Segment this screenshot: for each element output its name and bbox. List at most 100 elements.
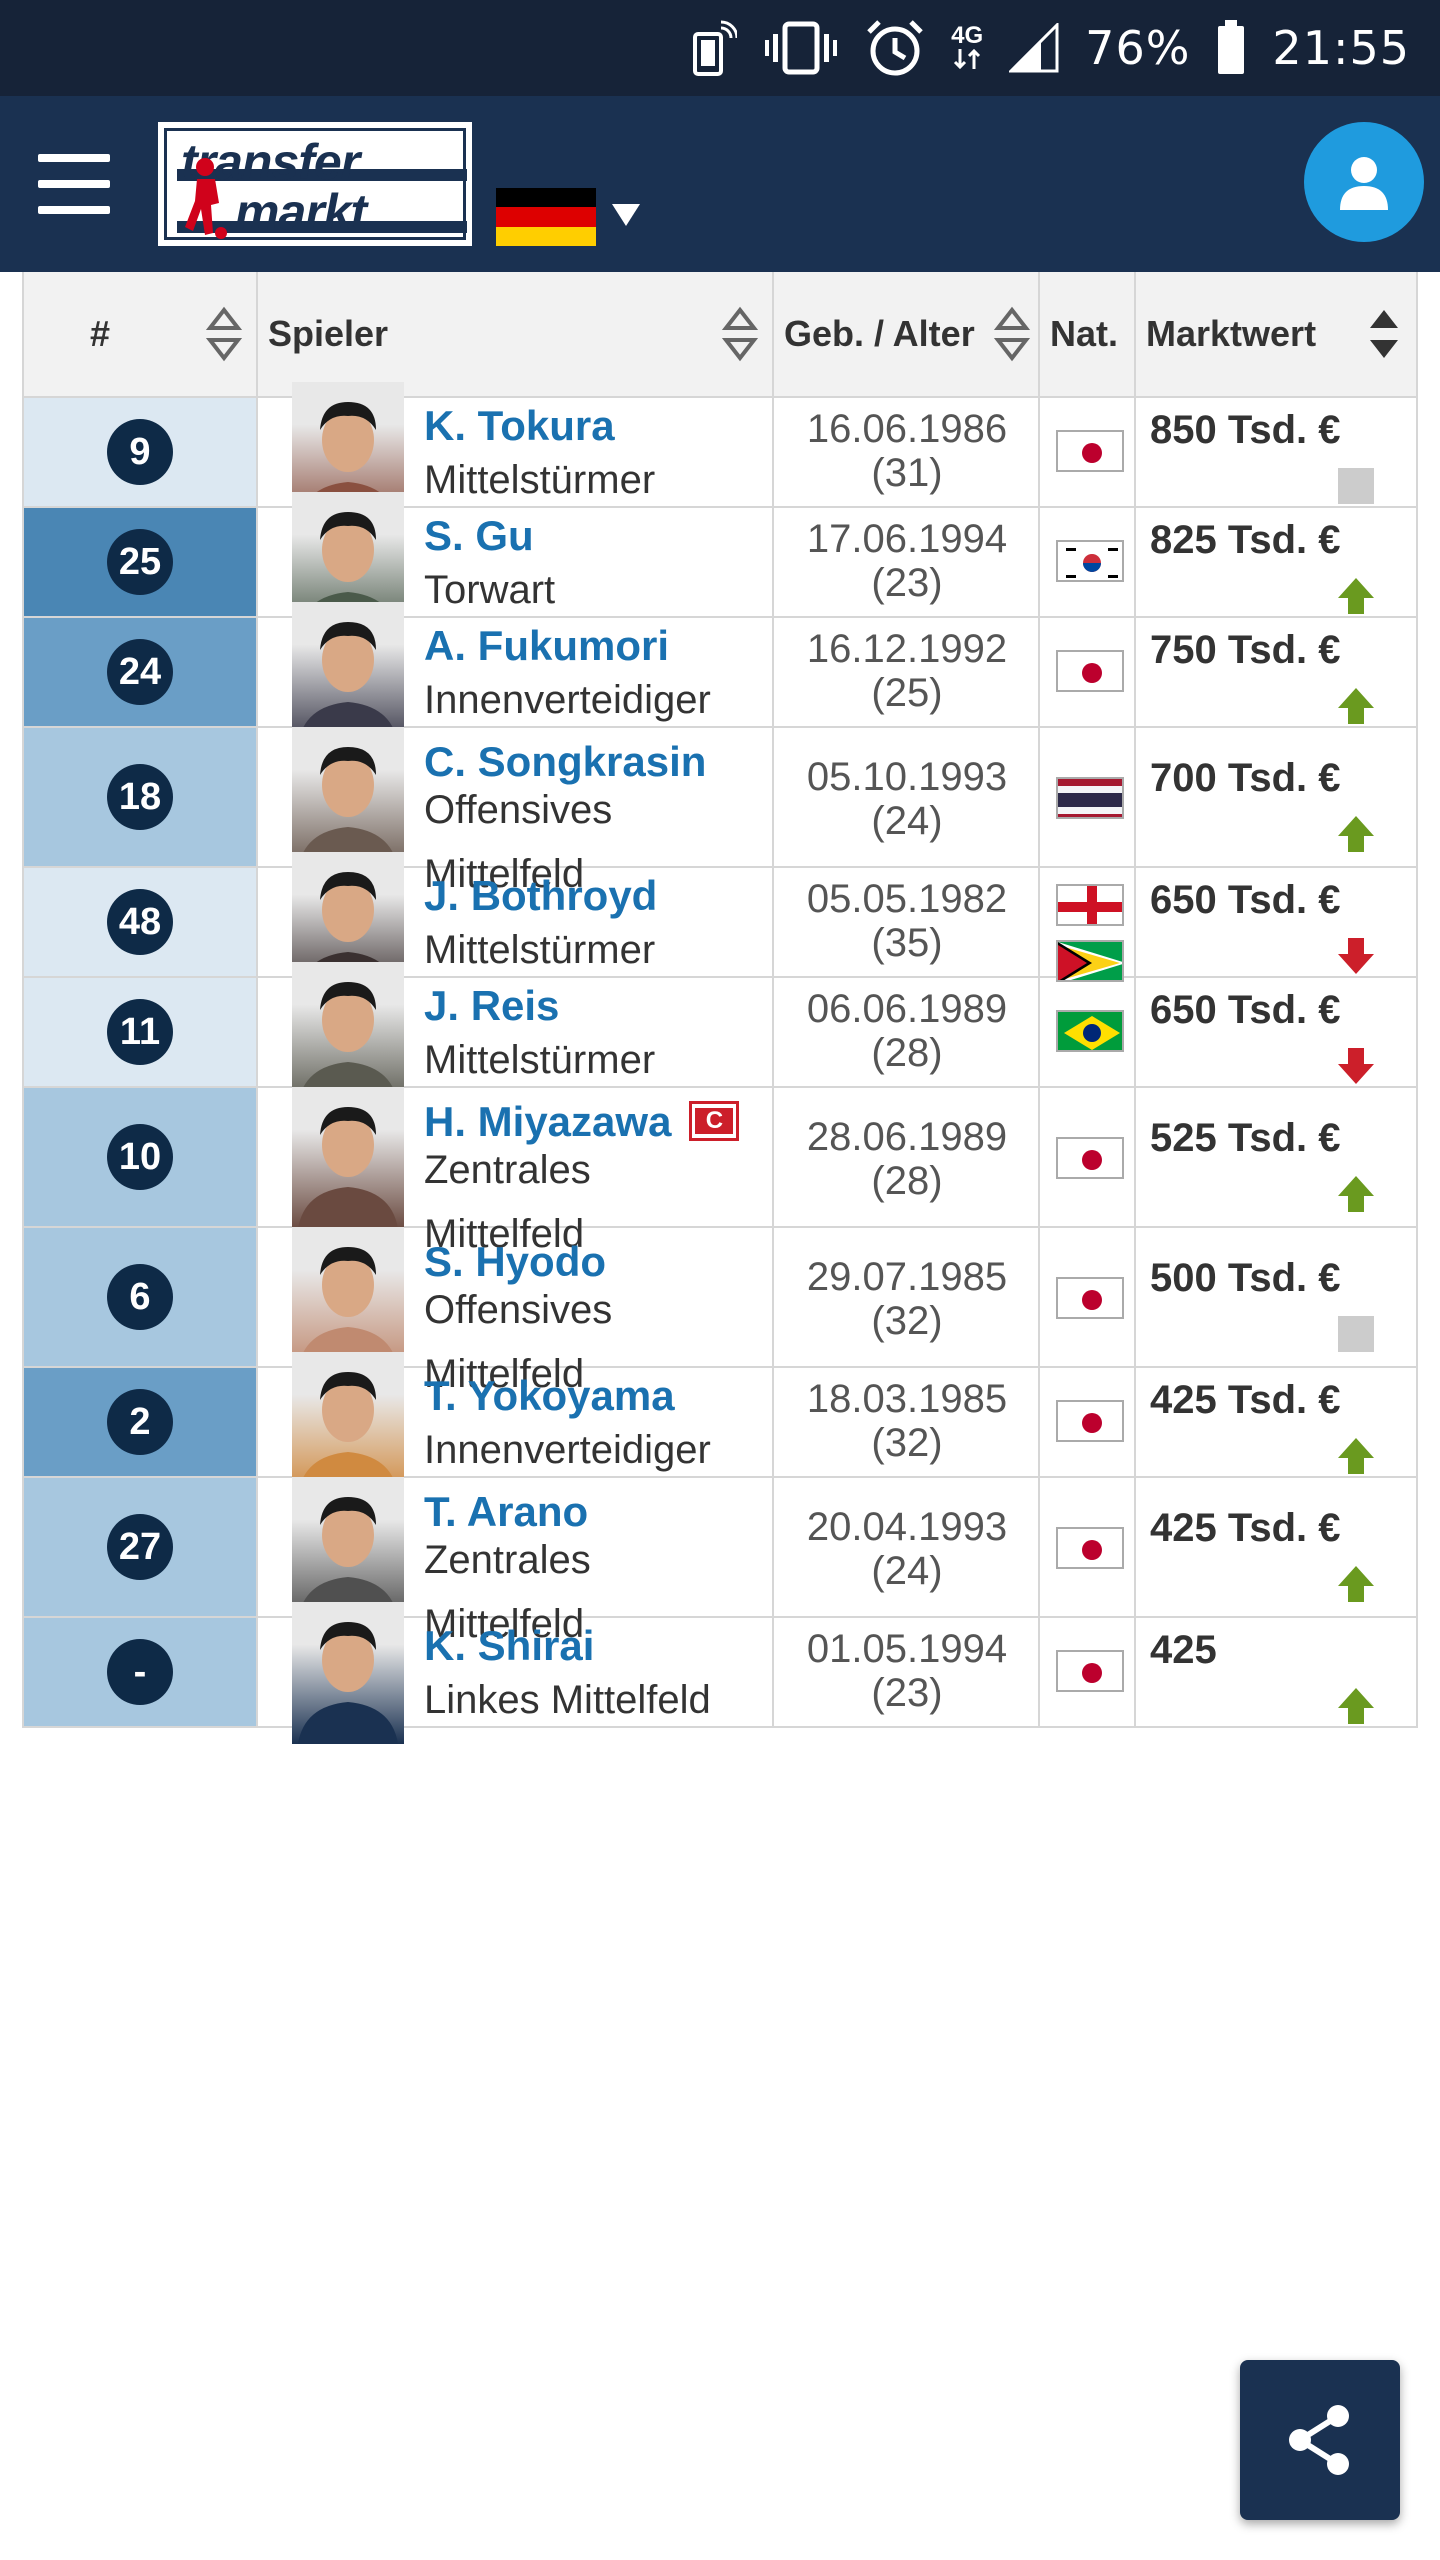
signal-icon (1009, 23, 1059, 73)
player-name-link[interactable]: J. Bothroyd (424, 872, 657, 920)
player-photo[interactable] (292, 1227, 404, 1369)
player-photo[interactable] (292, 727, 404, 869)
birth-date: 06.06.1989 (806, 987, 1008, 1031)
market-value[interactable]: 700 Tsd. € (1150, 754, 1340, 802)
player-photo[interactable] (292, 1352, 404, 1494)
vibrate-icon (763, 20, 839, 76)
player-photo[interactable] (292, 1087, 404, 1229)
share-button[interactable] (1240, 2360, 1400, 2520)
japan-flag-icon (1056, 1137, 1124, 1179)
sort-icon[interactable] (720, 306, 760, 362)
england-flag-icon (1056, 884, 1124, 926)
shirt-number-badge: 48 (107, 889, 173, 955)
nationality-cell (1040, 978, 1136, 1086)
born-age-cell: 01.05.1994 (23) (774, 1618, 1040, 1726)
shirt-number-cell: 10 (24, 1088, 258, 1226)
market-value[interactable]: 850 Tsd. € (1150, 406, 1340, 454)
table-row[interactable]: 27 T. Arano Zentrales Mittelfeld 20.04.1993(… (22, 1477, 1418, 1646)
column-market-value[interactable]: Marktwert (1136, 272, 1416, 396)
sort-icon[interactable] (992, 306, 1032, 362)
table-row[interactable]: 18 C. Songkrasin Offensives Mittelfeld 05.10… (22, 727, 1418, 896)
player-position: Linkes Mittelfeld (424, 1678, 711, 1722)
shirt-number-badge: 24 (107, 639, 173, 705)
table-row[interactable]: 11 J. Reis Mittelstürmer 06.06.1989 (28) 650 … (22, 962, 1418, 1104)
market-value[interactable]: 650 Tsd. € (1150, 986, 1340, 1034)
japan-flag-icon (1056, 1400, 1124, 1442)
sort-icon[interactable] (204, 306, 244, 362)
table-row[interactable]: 2 T. Yokoyama Innenverteidiger 18.03.1985 (3… (22, 1352, 1418, 1494)
table-header: # Spieler Geb. / Alter Nat. Marktwert (22, 272, 1418, 398)
trend-down-icon (1336, 936, 1376, 976)
market-value-cell: 500 Tsd. € (1136, 1228, 1416, 1366)
born-age-cell: 16.12.1992 (25) (774, 618, 1040, 726)
column-nationality[interactable]: Nat. (1040, 272, 1136, 396)
captain-badge: C (689, 1100, 740, 1141)
market-value-cell: 650 Tsd. € (1136, 868, 1416, 976)
player-cell: K. Tokura Mittelstürmer (258, 382, 774, 524)
user-account-button[interactable] (1304, 122, 1424, 242)
player-name-link[interactable]: K. Shirai (424, 1622, 594, 1670)
column-born-age[interactable]: Geb. / Alter (774, 272, 1040, 396)
player-position: Mittelstürmer (424, 1038, 656, 1082)
table-row[interactable]: - K. Shirai Linkes Mittelfeld 01.05.1994 (23… (22, 1602, 1418, 1744)
nationality-cell (1040, 868, 1136, 982)
player-name-link[interactable]: J. Reis (424, 982, 559, 1030)
player-name-link[interactable]: T. Yokoyama (424, 1372, 675, 1420)
app-header: transfer markt (0, 96, 1440, 272)
trend-up-icon (1336, 686, 1376, 726)
column-number[interactable]: # (24, 272, 258, 396)
menu-icon[interactable] (38, 154, 110, 214)
player-name-link[interactable]: S. Gu (424, 512, 534, 560)
column-player[interactable]: Spieler (258, 272, 774, 396)
market-value[interactable]: 750 Tsd. € (1150, 626, 1340, 674)
table-row[interactable]: 10 H. Miyazawa C Zentrales Mittelfeld 28.06.1… (22, 1087, 1418, 1256)
birth-date: 20.04.1993 (806, 1505, 1008, 1549)
player-position: Mittelstürmer (424, 928, 656, 972)
age: (25) (871, 671, 943, 715)
table-row[interactable]: 24 A. Fukumori Innenverteidiger 16.12.1992(… (22, 602, 1418, 744)
birth-date: 29.07.1985 (806, 1255, 1008, 1299)
network-type-icon: 4G (951, 24, 983, 71)
table-row[interactable]: 25 S. Gu Torwart 17.06.1994 (23) 825 Tsd. € (22, 492, 1418, 634)
shirt-number-badge: 11 (107, 999, 173, 1065)
japan-flag-icon (1056, 1277, 1124, 1319)
sort-icon[interactable] (1364, 306, 1404, 362)
japan-flag-icon (1056, 1650, 1124, 1692)
age: (35) (871, 921, 943, 965)
nationality-cell (1040, 1478, 1136, 1616)
market-value[interactable]: 500 Tsd. € (1150, 1254, 1340, 1302)
birth-date: 16.12.1992 (806, 627, 1008, 671)
market-value[interactable]: 650 Tsd. € (1150, 876, 1340, 924)
born-age-cell: 16.06.1986 (31) (774, 398, 1040, 506)
table-row[interactable]: 48 J. Bothroyd Mittelstürmer 05.05.1982 (35)… (22, 852, 1418, 994)
player-position: Zentrales (424, 1538, 591, 1582)
market-value[interactable]: 425 Tsd. € (1150, 1376, 1340, 1424)
germany-flag-icon[interactable] (496, 188, 596, 246)
market-value-cell: 825 Tsd. € (1136, 508, 1416, 616)
age: (32) (871, 1421, 943, 1465)
born-age-cell: 17.06.1994 (23) (774, 508, 1040, 616)
share-icon (1289, 2405, 1349, 2475)
status-bar: 4G 76% 21:55 (0, 0, 1440, 96)
player-photo[interactable] (292, 962, 404, 1104)
market-value-cell: 700 Tsd. € (1136, 728, 1416, 866)
player-name-link[interactable]: A. Fukumori (424, 622, 669, 670)
player-cell: K. Shirai Linkes Mittelfeld (258, 1602, 774, 1744)
chevron-down-icon[interactable] (612, 204, 640, 226)
player-cell: J. Bothroyd Mittelstürmer (258, 852, 774, 994)
market-value[interactable]: 825 Tsd. € (1150, 516, 1340, 564)
table-row[interactable]: 6 S. Hyodo Offensives Mittelfeld 29.07.1985(… (22, 1227, 1418, 1396)
table-row[interactable]: 9 K. Tokura Mittelstürmer 16.06.1986 (31) 850… (22, 382, 1418, 524)
trend-up-icon (1336, 1436, 1376, 1476)
transfermarkt-logo[interactable]: transfer markt (158, 122, 472, 246)
market-value[interactable]: 425 (1150, 1626, 1217, 1674)
player-photo[interactable] (292, 1477, 404, 1619)
shirt-number-cell: 9 (24, 398, 258, 506)
market-value[interactable]: 425 Tsd. € (1150, 1504, 1340, 1552)
player-photo[interactable] (292, 602, 404, 744)
age: (32) (871, 1299, 943, 1343)
player-name-link[interactable]: K. Tokura (424, 402, 615, 450)
player-position: Innenverteidiger (424, 678, 711, 722)
market-value[interactable]: 525 Tsd. € (1150, 1114, 1340, 1162)
player-photo[interactable] (292, 1602, 404, 1744)
